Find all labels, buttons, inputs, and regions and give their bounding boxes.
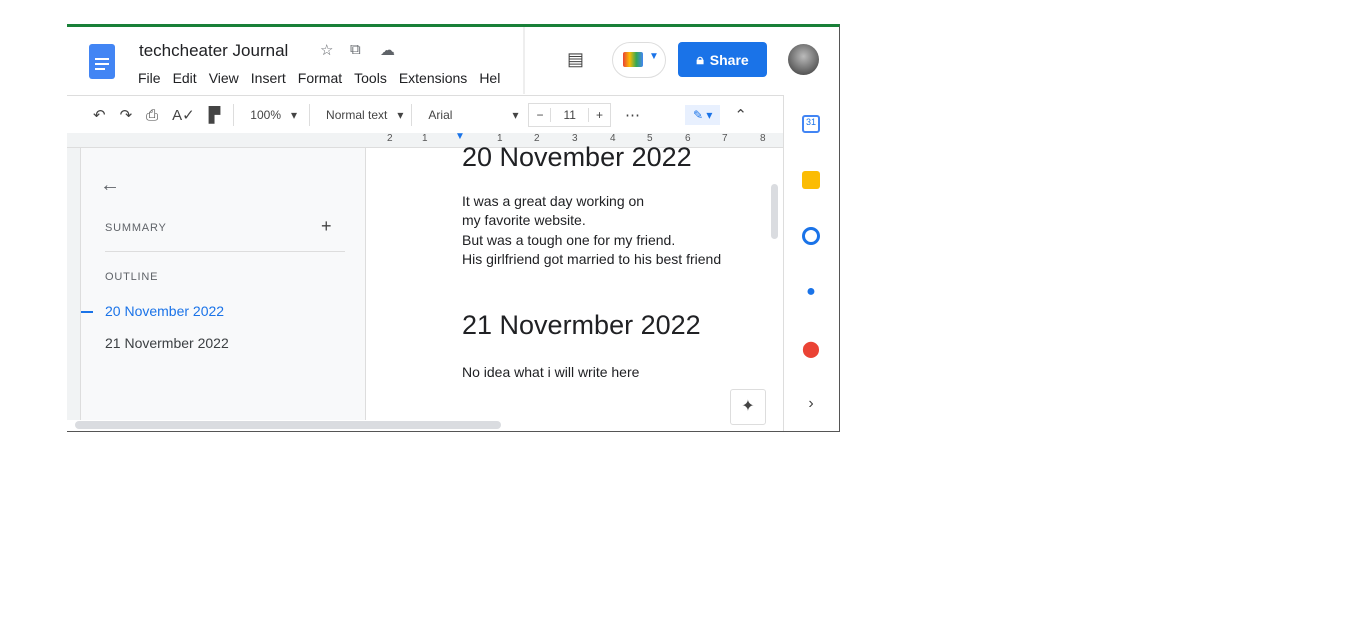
vertical-ruler [67,148,81,420]
divider [523,27,525,94]
font-select[interactable]: Arial [428,108,452,122]
meet-button[interactable]: ▼ [612,42,666,78]
docs-logo-icon[interactable] [89,44,115,79]
move-folder-icon[interactable]: ⧉ [350,41,361,58]
star-icon[interactable]: ☆ [320,41,333,59]
chevron-down-icon: ▾ [397,108,404,122]
editing-mode-button[interactable]: ✎ ▾ [684,105,721,125]
paint-format-icon[interactable]: ▛ [209,106,221,124]
expand-chevron-icon[interactable]: › [802,395,820,413]
font-size-stepper: − 11 + [528,103,611,127]
zoom-select[interactable]: 100% [250,108,281,122]
redo-icon[interactable]: ↷ [120,106,133,124]
menu-bar: File Edit View Insert Format Tools Exten… [138,70,500,86]
toolbar: ↶ ↷ ⎙ A✓ ▛ 100% ▾ Normal text ▾ Arial ▾ − 1… [67,95,783,134]
paragraph-line: It was a great day working on [462,192,645,209]
more-icon[interactable]: ⋯ [625,106,640,124]
horizontal-scrollbar[interactable] [75,421,501,429]
share-label: Share [709,51,749,68]
decrease-font-button[interactable]: − [529,108,552,122]
chevron-down-icon: ▾ [291,108,298,122]
meet-icon [623,52,643,67]
document-body[interactable]: 20 November 2022 It was a great day work… [462,142,722,383]
heading: 20 November 2022 [462,142,692,172]
share-button[interactable]: 🔒︎ Share [678,42,767,77]
menu-insert[interactable]: Insert [251,70,286,86]
menu-edit[interactable]: Edit [173,70,197,86]
chevron-down-icon: ▾ [512,108,519,122]
docs-window: techcheater Journal ☆ ⧉ ☁ File Edit View… [67,24,840,432]
explore-button[interactable]: ✦ [730,389,766,425]
font-size-input[interactable]: 11 [551,108,587,122]
keep-icon[interactable] [802,171,820,189]
paragraph-line: my favorite website. [462,212,586,228]
outline-panel: ← SUMMARY + OUTLINE 20 November 2022 21 … [67,148,366,420]
menu-tools[interactable]: Tools [354,70,387,86]
chevron-down-icon: ▼ [649,51,659,62]
heading: 21 Novermber 2022 [462,309,701,340]
side-panel: 31 ● ⬤ › [783,95,839,431]
cloud-saved-icon[interactable]: ☁ [380,41,395,59]
style-select[interactable]: Normal text [326,108,387,122]
undo-icon[interactable]: ↶ [93,106,106,124]
menu-extensions[interactable]: Extensions [399,70,467,86]
document-title[interactable]: techcheater Journal [139,41,288,61]
indent-marker-icon[interactable]: ▼ [455,131,465,142]
comment-icon[interactable]: ▤ [567,49,584,70]
print-icon[interactable]: ⎙ [146,107,158,124]
menu-file[interactable]: File [138,70,161,86]
paragraph-line: No idea what i will write here [462,364,640,380]
paragraph-line: But was a tough one for my friend. [462,231,676,248]
outline-item[interactable]: 21 Novermber 2022 [105,335,229,351]
calendar-icon[interactable]: 31 [802,115,820,133]
maps-icon[interactable]: ⬤ [802,339,820,358]
increase-font-button[interactable]: + [587,108,610,122]
vertical-scrollbar[interactable] [771,184,778,239]
collapse-icon[interactable]: ⌃ [734,106,747,124]
lock-icon: 🔒︎ [696,51,704,67]
contacts-icon[interactable]: ● [802,283,820,301]
outline-label: OUTLINE [105,271,159,283]
divider [105,251,345,252]
spellcheck-icon[interactable]: A✓ [172,106,195,124]
tasks-icon[interactable] [802,227,820,245]
outline-item[interactable]: 20 November 2022 [105,303,224,319]
back-arrow-icon[interactable]: ← [100,174,120,197]
menu-help[interactable]: Hel [479,70,500,86]
avatar[interactable] [788,44,819,75]
menu-format[interactable]: Format [298,70,342,86]
summary-label: SUMMARY [105,222,167,234]
paragraph-line: His girlfriend got married to his best f… [462,251,722,267]
add-summary-icon[interactable]: + [321,216,332,237]
menu-view[interactable]: View [209,70,239,86]
